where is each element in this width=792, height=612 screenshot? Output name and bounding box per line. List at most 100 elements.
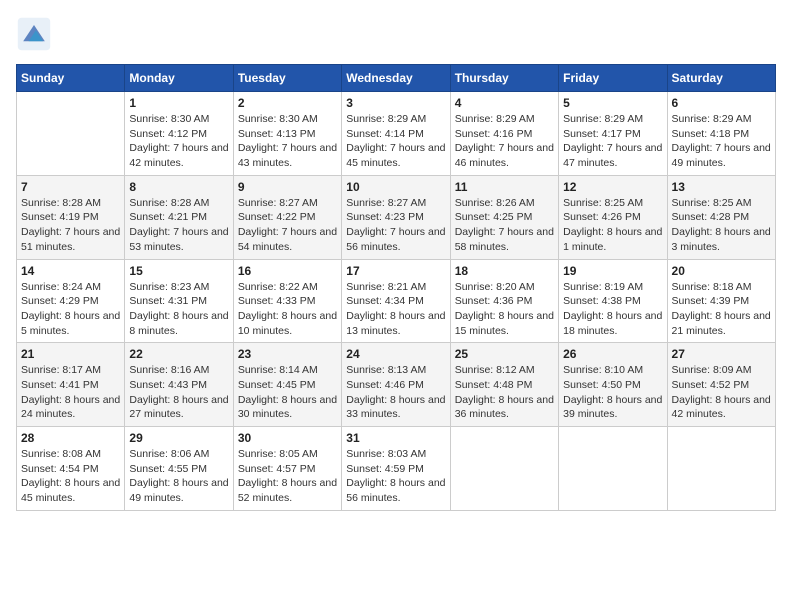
- cell-info: Sunrise: 8:03 AMSunset: 4:59 PMDaylight:…: [346, 447, 445, 506]
- cell-info: Sunrise: 8:27 AMSunset: 4:22 PMDaylight:…: [238, 196, 337, 255]
- week-row-2: 7 Sunrise: 8:28 AMSunset: 4:19 PMDaylight…: [17, 175, 776, 259]
- calendar-cell: [17, 92, 125, 176]
- day-number: 12: [563, 180, 662, 194]
- day-number: 30: [238, 431, 337, 445]
- day-number: 14: [21, 264, 120, 278]
- calendar-table: SundayMondayTuesdayWednesdayThursdayFrid…: [16, 64, 776, 511]
- calendar-cell: 16Sunrise: 8:22 AMSunset: 4:33 PMDayligh…: [233, 259, 341, 343]
- cell-info: Sunrise: 8:24 AMSunset: 4:29 PMDaylight:…: [21, 280, 120, 339]
- cell-info: Sunrise: 8:28 AMSunset: 4:19 PMDaylight:…: [21, 196, 120, 255]
- weekday-header-sunday: Sunday: [17, 65, 125, 92]
- weekday-header-tuesday: Tuesday: [233, 65, 341, 92]
- calendar-cell: 25 Sunrise: 8:12 AMSunset: 4:48 PMDayligh…: [450, 343, 558, 427]
- weekday-header-thursday: Thursday: [450, 65, 558, 92]
- day-number: 19: [563, 264, 662, 278]
- cell-info: Sunrise: 8:27 AMSunset: 4:23 PMDaylight:…: [346, 196, 445, 255]
- cell-info: Sunrise: 8:25 AMSunset: 4:28 PMDaylight:…: [672, 196, 771, 255]
- calendar-cell: 5Sunrise: 8:29 AMSunset: 4:17 PMDaylight…: [559, 92, 667, 176]
- calendar-cell: 24 Sunrise: 8:13 AMSunset: 4:46 PMDayligh…: [342, 343, 450, 427]
- calendar-cell: 3 Sunrise: 8:29 AMSunset: 4:14 PMDaylight…: [342, 92, 450, 176]
- day-number: 23: [238, 347, 337, 361]
- cell-info: Sunrise: 8:13 AMSunset: 4:46 PMDaylight:…: [346, 363, 445, 422]
- calendar-cell: 29 Sunrise: 8:06 AMSunset: 4:55 PMDayligh…: [125, 427, 233, 511]
- cell-info: Sunrise: 8:20 AMSunset: 4:36 PMDaylight:…: [455, 280, 554, 339]
- cell-info: Sunrise: 8:19 AMSunset: 4:38 PMDaylight:…: [563, 280, 662, 339]
- day-number: 13: [672, 180, 771, 194]
- cell-info: Sunrise: 8:09 AMSunset: 4:52 PMDaylight:…: [672, 363, 771, 422]
- day-number: 10: [346, 180, 445, 194]
- calendar-cell: 9 Sunrise: 8:27 AMSunset: 4:22 PMDaylight…: [233, 175, 341, 259]
- cell-info: Sunrise: 8:06 AMSunset: 4:55 PMDaylight:…: [129, 447, 228, 506]
- calendar-cell: 1 Sunrise: 8:30 AMSunset: 4:12 PMDaylight…: [125, 92, 233, 176]
- calendar-cell: 31 Sunrise: 8:03 AMSunset: 4:59 PMDayligh…: [342, 427, 450, 511]
- cell-info: Sunrise: 8:29 AMSunset: 4:16 PMDaylight:…: [455, 112, 554, 171]
- calendar-cell: 20Sunrise: 8:18 AMSunset: 4:39 PMDayligh…: [667, 259, 775, 343]
- week-row-3: 14 Sunrise: 8:24 AMSunset: 4:29 PMDayligh…: [17, 259, 776, 343]
- calendar-cell: [450, 427, 558, 511]
- cell-info: Sunrise: 8:23 AMSunset: 4:31 PMDaylight:…: [129, 280, 228, 339]
- day-number: 24: [346, 347, 445, 361]
- weekday-header-saturday: Saturday: [667, 65, 775, 92]
- calendar-cell: 18 Sunrise: 8:20 AMSunset: 4:36 PMDayligh…: [450, 259, 558, 343]
- logo: [16, 16, 56, 52]
- page-header: [16, 16, 776, 52]
- day-number: 28: [21, 431, 120, 445]
- day-number: 16: [238, 264, 337, 278]
- calendar-cell: 7 Sunrise: 8:28 AMSunset: 4:19 PMDaylight…: [17, 175, 125, 259]
- calendar-cell: [667, 427, 775, 511]
- calendar-cell: 27Sunrise: 8:09 AMSunset: 4:52 PMDayligh…: [667, 343, 775, 427]
- day-number: 3: [346, 96, 445, 110]
- day-number: 17: [346, 264, 445, 278]
- day-number: 26: [563, 347, 662, 361]
- calendar-cell: 21 Sunrise: 8:17 AMSunset: 4:41 PMDayligh…: [17, 343, 125, 427]
- cell-info: Sunrise: 8:25 AMSunset: 4:26 PMDaylight:…: [563, 196, 662, 255]
- day-number: 22: [129, 347, 228, 361]
- day-number: 21: [21, 347, 120, 361]
- calendar-cell: 12 Sunrise: 8:25 AMSunset: 4:26 PMDayligh…: [559, 175, 667, 259]
- cell-info: Sunrise: 8:30 AMSunset: 4:12 PMDaylight:…: [129, 112, 228, 171]
- cell-info: Sunrise: 8:30 AMSunset: 4:13 PMDaylight:…: [238, 112, 337, 171]
- day-number: 9: [238, 180, 337, 194]
- cell-info: Sunrise: 8:26 AMSunset: 4:25 PMDaylight:…: [455, 196, 554, 255]
- day-number: 31: [346, 431, 445, 445]
- cell-info: Sunrise: 8:12 AMSunset: 4:48 PMDaylight:…: [455, 363, 554, 422]
- calendar-cell: 28Sunrise: 8:08 AMSunset: 4:54 PMDayligh…: [17, 427, 125, 511]
- cell-info: Sunrise: 8:17 AMSunset: 4:41 PMDaylight:…: [21, 363, 120, 422]
- weekday-header-row: SundayMondayTuesdayWednesdayThursdayFrid…: [17, 65, 776, 92]
- day-number: 25: [455, 347, 554, 361]
- week-row-5: 28Sunrise: 8:08 AMSunset: 4:54 PMDayligh…: [17, 427, 776, 511]
- calendar-cell: 15 Sunrise: 8:23 AMSunset: 4:31 PMDayligh…: [125, 259, 233, 343]
- week-row-1: 1 Sunrise: 8:30 AMSunset: 4:12 PMDaylight…: [17, 92, 776, 176]
- weekday-header-wednesday: Wednesday: [342, 65, 450, 92]
- calendar-cell: 22 Sunrise: 8:16 AMSunset: 4:43 PMDayligh…: [125, 343, 233, 427]
- day-number: 8: [129, 180, 228, 194]
- day-number: 29: [129, 431, 228, 445]
- week-row-4: 21 Sunrise: 8:17 AMSunset: 4:41 PMDayligh…: [17, 343, 776, 427]
- calendar-cell: 13 Sunrise: 8:25 AMSunset: 4:28 PMDayligh…: [667, 175, 775, 259]
- cell-info: Sunrise: 8:16 AMSunset: 4:43 PMDaylight:…: [129, 363, 228, 422]
- calendar-cell: 30 Sunrise: 8:05 AMSunset: 4:57 PMDayligh…: [233, 427, 341, 511]
- calendar-cell: 14 Sunrise: 8:24 AMSunset: 4:29 PMDayligh…: [17, 259, 125, 343]
- calendar-cell: 11Sunrise: 8:26 AMSunset: 4:25 PMDayligh…: [450, 175, 558, 259]
- cell-info: Sunrise: 8:14 AMSunset: 4:45 PMDaylight:…: [238, 363, 337, 422]
- calendar-cell: 23 Sunrise: 8:14 AMSunset: 4:45 PMDayligh…: [233, 343, 341, 427]
- cell-info: Sunrise: 8:21 AMSunset: 4:34 PMDaylight:…: [346, 280, 445, 339]
- day-number: 2: [238, 96, 337, 110]
- day-number: 15: [129, 264, 228, 278]
- day-number: 4: [455, 96, 554, 110]
- weekday-header-monday: Monday: [125, 65, 233, 92]
- calendar-cell: 26Sunrise: 8:10 AMSunset: 4:50 PMDayligh…: [559, 343, 667, 427]
- day-number: 1: [129, 96, 228, 110]
- cell-info: Sunrise: 8:18 AMSunset: 4:39 PMDaylight:…: [672, 280, 771, 339]
- calendar-cell: 4 Sunrise: 8:29 AMSunset: 4:16 PMDaylight…: [450, 92, 558, 176]
- cell-info: Sunrise: 8:29 AMSunset: 4:14 PMDaylight:…: [346, 112, 445, 171]
- day-number: 6: [672, 96, 771, 110]
- calendar-cell: 19 Sunrise: 8:19 AMSunset: 4:38 PMDayligh…: [559, 259, 667, 343]
- cell-info: Sunrise: 8:29 AMSunset: 4:17 PMDaylight:…: [563, 112, 662, 171]
- cell-info: Sunrise: 8:28 AMSunset: 4:21 PMDaylight:…: [129, 196, 228, 255]
- calendar-cell: 2 Sunrise: 8:30 AMSunset: 4:13 PMDaylight…: [233, 92, 341, 176]
- calendar-cell: [559, 427, 667, 511]
- day-number: 7: [21, 180, 120, 194]
- day-number: 18: [455, 264, 554, 278]
- cell-info: Sunrise: 8:05 AMSunset: 4:57 PMDaylight:…: [238, 447, 337, 506]
